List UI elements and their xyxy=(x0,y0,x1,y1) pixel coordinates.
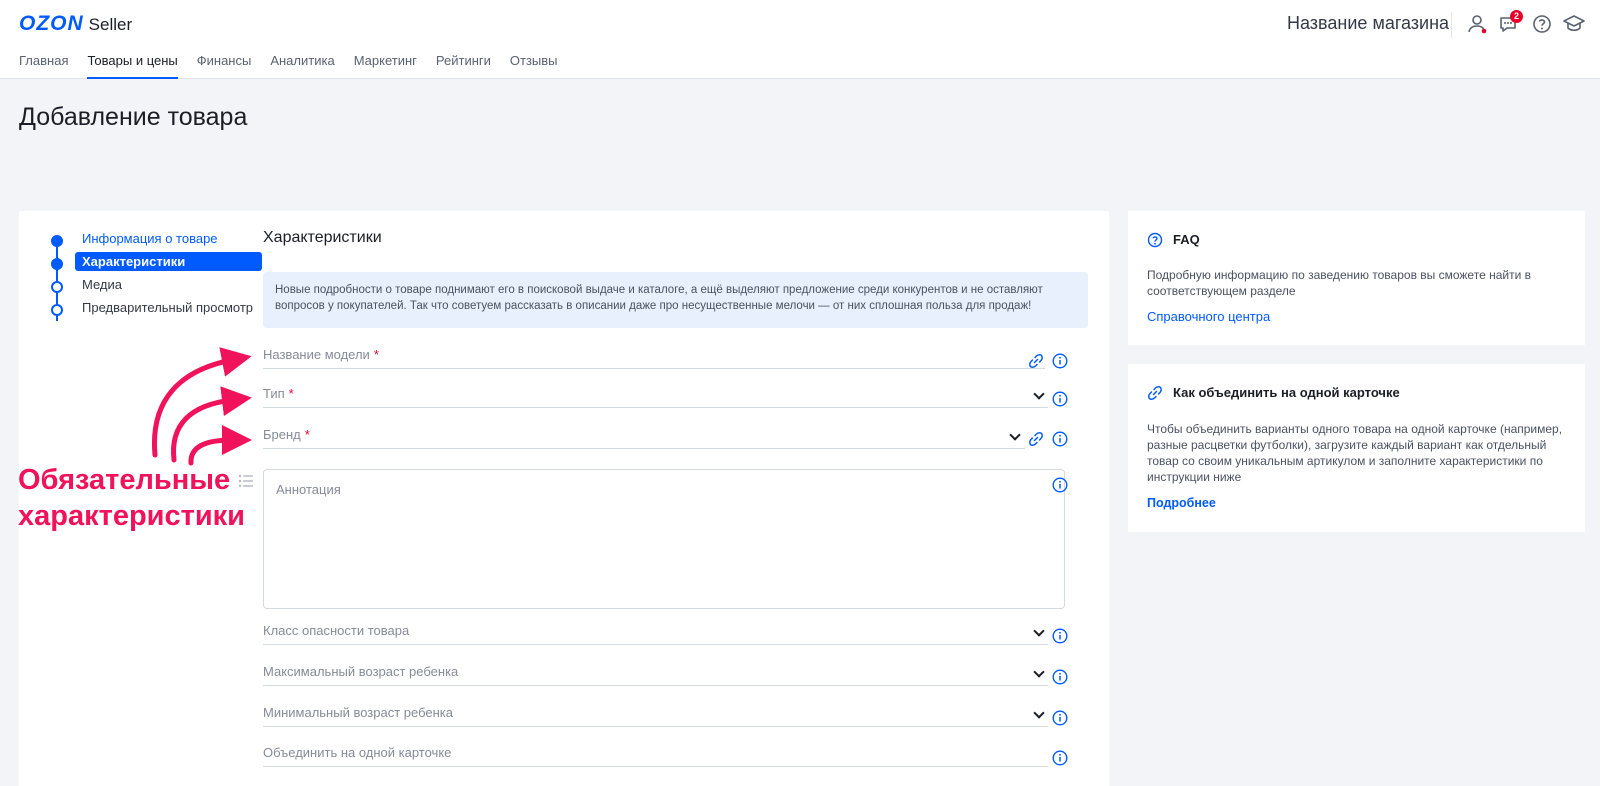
arrow-to-brand xyxy=(188,425,252,466)
annotation-line-2: характеристики xyxy=(18,500,245,532)
arrow-to-type xyxy=(171,386,252,463)
required-characteristics-annotation: Обязательные характеристики xyxy=(18,462,245,534)
annotation-arrows xyxy=(151,347,252,466)
annotation-line-1: Обязательные xyxy=(18,464,231,496)
